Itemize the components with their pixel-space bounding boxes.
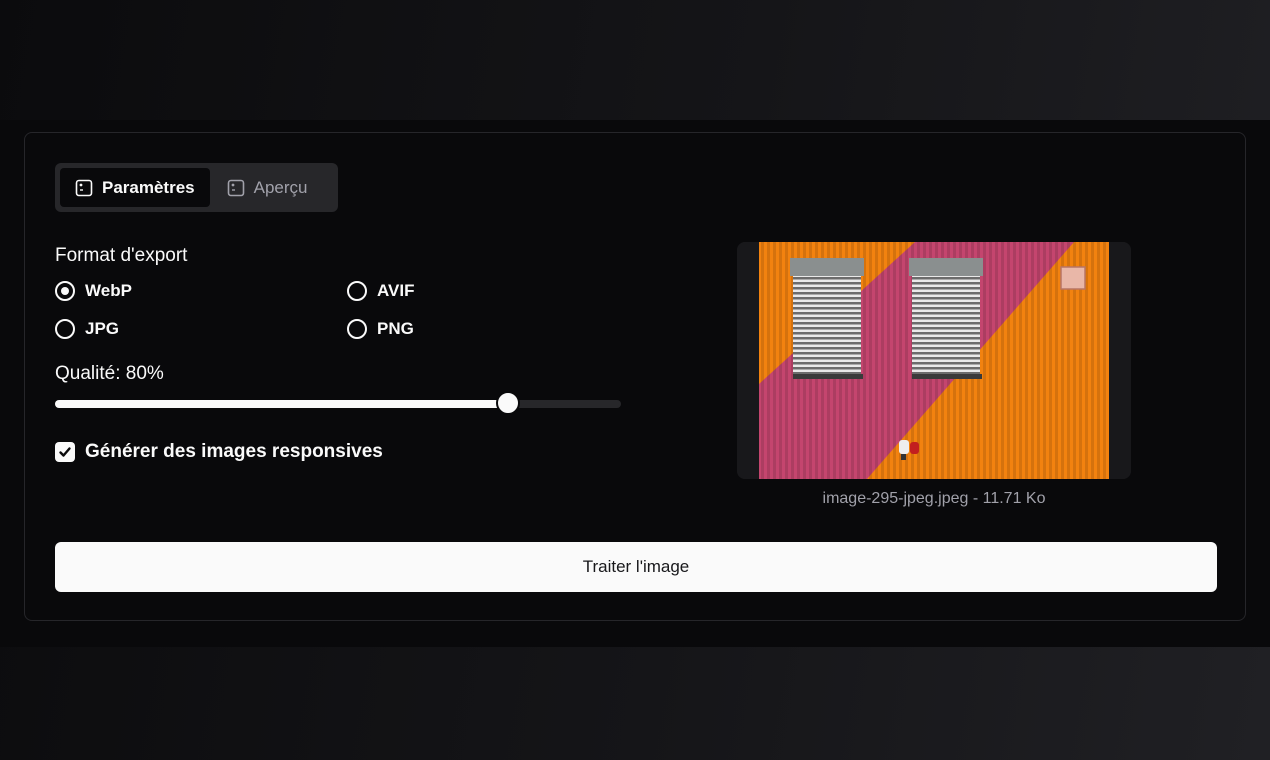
slider-fill <box>55 400 508 408</box>
quality-slider[interactable] <box>55 391 621 415</box>
radio-indicator[interactable] <box>55 319 75 339</box>
radio-label: PNG <box>377 319 414 338</box>
tab-parametres[interactable]: Paramètres <box>60 168 210 207</box>
radio-webp[interactable]: WebP <box>55 281 132 301</box>
image-settings-card: Paramètres Aperçu Format d'export WebP A… <box>24 132 1246 621</box>
radio-label: AVIF <box>377 281 415 300</box>
slider-thumb[interactable] <box>495 391 520 415</box>
file-info: image-295-jpeg.jpeg - 11.71 Ko <box>822 490 1046 507</box>
radio-jpg[interactable]: JPG <box>55 319 119 339</box>
radio-avif[interactable]: AVIF <box>347 281 414 301</box>
radio-png[interactable]: PNG <box>347 319 414 339</box>
checkbox-indicator[interactable] <box>55 442 75 462</box>
tab-label: Aperçu <box>253 177 308 197</box>
tab-apercu[interactable]: Aperçu <box>212 168 323 207</box>
process-image-button[interactable]: Traiter l'image <box>55 542 1217 592</box>
image-frame-icon <box>75 179 93 197</box>
check-icon <box>59 447 71 457</box>
radio-label: WebP <box>85 281 132 300</box>
responsive-images-checkbox[interactable]: Générer des images responsives <box>55 441 383 463</box>
radio-indicator[interactable] <box>55 281 75 301</box>
radio-indicator[interactable] <box>347 319 367 339</box>
checkbox-label: Générer des images responsives <box>85 441 383 462</box>
tab-label: Paramètres <box>102 177 195 197</box>
image-frame-icon <box>227 179 245 197</box>
tab-list: Paramètres Aperçu <box>55 163 338 212</box>
radio-indicator[interactable] <box>347 281 367 301</box>
quality-label: Qualité: 80% <box>55 363 164 384</box>
radio-label: JPG <box>85 319 120 338</box>
preview-photo <box>737 242 1131 479</box>
image-preview <box>737 242 1131 479</box>
export-format-label: Format d'export <box>55 245 188 266</box>
